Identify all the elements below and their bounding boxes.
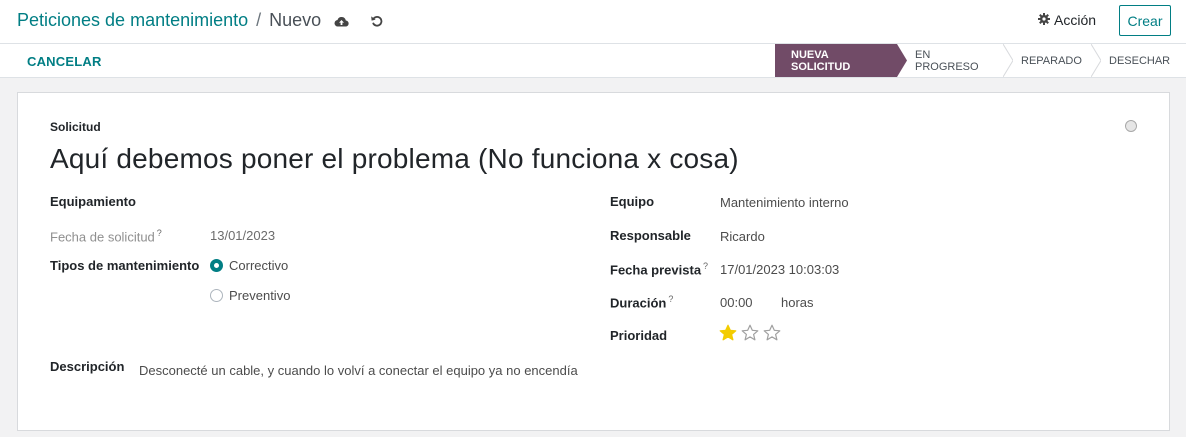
maintenance-type-label: Tipos de mantenimiento — [50, 258, 200, 273]
stage-arrow — [1091, 44, 1101, 77]
responsible-label: Responsable — [610, 228, 691, 243]
help-tooltip-icon[interactable]: ? — [157, 228, 162, 238]
stage-label: EN PROGRESO — [915, 48, 979, 73]
duration-field[interactable]: 00:00 — [720, 295, 753, 310]
breadcrumb: Peticiones de mantenimiento / Nuevo — [17, 10, 321, 31]
stage-scrap[interactable]: DESECHAR — [1091, 44, 1186, 77]
breadcrumb-separator: / — [256, 10, 262, 30]
radio-preventive[interactable] — [210, 289, 223, 302]
stage-pipeline: NUEVA SOLICITUD EN PROGRESO REPARADO DES… — [775, 44, 1186, 77]
duration-unit: horas — [781, 295, 814, 310]
stage-arrow — [1003, 44, 1013, 77]
star-icon[interactable] — [741, 324, 759, 342]
status-bar: CANCELAR NUEVA SOLICITUD EN PROGRESO REP… — [0, 44, 1186, 78]
scheduled-date-field[interactable]: 17/01/2023 10:03:03 — [720, 262, 839, 277]
stage-label: DESECHAR — [1109, 54, 1171, 67]
responsible-field[interactable]: Ricardo — [720, 229, 765, 244]
stage-new-request[interactable]: NUEVA SOLICITUD — [775, 44, 907, 77]
equipment-label: Equipamiento — [50, 194, 136, 209]
team-label: Equipo — [610, 194, 655, 209]
stage-in-progress[interactable]: EN PROGRESO — [897, 44, 1013, 77]
cancel-button[interactable]: CANCELAR — [27, 54, 102, 69]
request-label: Solicitud — [50, 120, 101, 134]
description-field[interactable]: Desconecté un cable, y cuando lo volví a… — [139, 363, 578, 378]
description-label: Descripción — [50, 359, 125, 374]
duration-label-text: Duración — [610, 295, 667, 311]
radio-preventive-label[interactable]: Preventivo — [229, 288, 290, 303]
control-panel: Peticiones de mantenimiento / Nuevo Acci… — [0, 0, 1186, 44]
undo-icon[interactable] — [368, 12, 386, 30]
duration-label: Duración? — [610, 294, 673, 310]
help-tooltip-icon[interactable]: ? — [668, 294, 673, 304]
create-button[interactable]: Crear — [1119, 5, 1171, 36]
request-title-input[interactable]: Aquí debemos poner el problema (No funci… — [50, 143, 739, 175]
gear-icon — [1038, 12, 1050, 28]
action-menu-button[interactable]: Acción — [1038, 12, 1096, 28]
radio-corrective[interactable] — [210, 259, 223, 272]
priority-label: Prioridad — [610, 328, 668, 343]
stage-arrow — [897, 44, 907, 77]
radio-corrective-label[interactable]: Correctivo — [229, 258, 288, 273]
action-label: Acción — [1054, 12, 1097, 28]
scheduled-date-label: Fecha prevista? — [610, 261, 708, 277]
help-tooltip-icon[interactable]: ? — [703, 261, 708, 271]
request-date-value: 13/01/2023 — [210, 228, 276, 243]
star-icon[interactable] — [763, 324, 781, 342]
team-field[interactable]: Mantenimiento interno — [720, 195, 849, 210]
request-date-label-text: Fecha de solicitud — [50, 229, 155, 245]
equipment-field[interactable] — [209, 189, 549, 213]
stage-label: NUEVA SOLICITUD — [791, 48, 851, 73]
breadcrumb-parent-link[interactable]: Peticiones de mantenimiento — [17, 10, 248, 31]
scheduled-date-label-text: Fecha prevista — [610, 262, 702, 278]
cloud-upload-icon[interactable] — [332, 12, 350, 30]
stage-label: REPARADO — [1021, 54, 1082, 67]
breadcrumb-current: Nuevo — [269, 10, 322, 30]
stage-repaired[interactable]: REPARADO — [1003, 44, 1101, 77]
form-sheet: Solicitud Aquí debemos poner el problema… — [17, 92, 1170, 431]
status-circle-icon[interactable] — [1125, 120, 1137, 132]
star-icon[interactable] — [719, 324, 737, 342]
request-date-label: Fecha de solicitud? — [50, 228, 162, 244]
